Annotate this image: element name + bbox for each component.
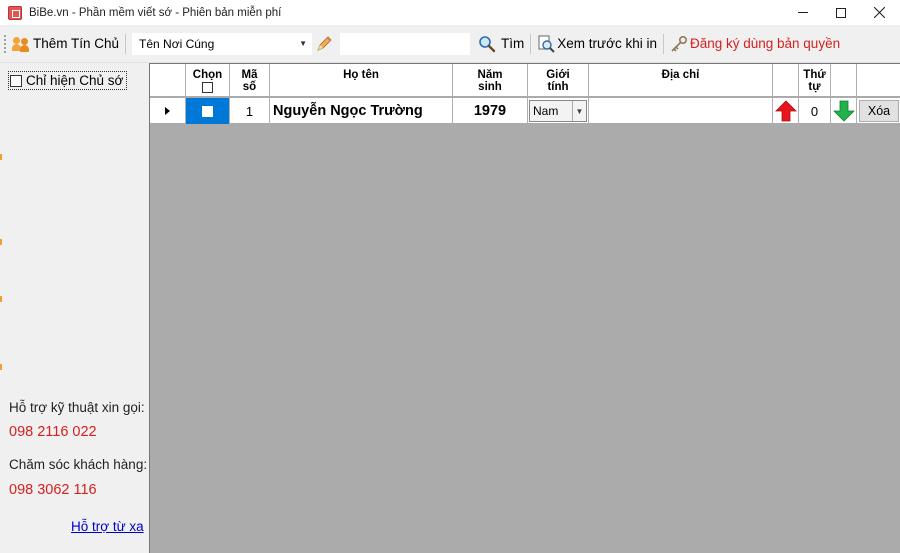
- toolbar-separator: [125, 33, 127, 54]
- column-header-nam-sinh[interactable]: Năm sinh: [453, 64, 528, 97]
- column-header-dia-chi[interactable]: Địa chỉ: [589, 64, 773, 97]
- remote-support-link[interactable]: Hỗ trợ từ xa: [71, 519, 144, 534]
- column-header-xoa[interactable]: [857, 64, 900, 97]
- column-header-thu-tu[interactable]: Thứ tự: [799, 64, 831, 97]
- toolbar: Thêm Tín Chủ Tên Nơi Cúng ▼ Tìm Xem trướ…: [0, 25, 900, 63]
- column-label: Chọn: [192, 69, 223, 81]
- cell-xoa: Xóa: [857, 98, 900, 124]
- add-owner-button[interactable]: Thêm Tín Chủ: [8, 31, 123, 57]
- customer-care-phone: 098 3062 116: [9, 482, 97, 498]
- edge-marker: [0, 154, 2, 160]
- cell-ma-so[interactable]: 1: [230, 98, 270, 124]
- register-button[interactable]: Đăng ký dùng bản quyền: [666, 31, 844, 57]
- preview-button[interactable]: Xem trước khi in: [533, 31, 661, 57]
- cell-gioi-tinh[interactable]: Nam ▼: [528, 98, 589, 124]
- row-selector[interactable]: [150, 98, 186, 124]
- close-icon: [874, 7, 885, 18]
- title-bar: BiBe.vn - Phần mềm viết sớ - Phiên bản m…: [0, 0, 900, 25]
- place-combo[interactable]: Tên Nơi Cúng ▼: [132, 32, 313, 55]
- key-icon: [671, 35, 687, 52]
- select-all-checkbox[interactable]: [202, 82, 213, 93]
- search-label: Tìm: [501, 36, 525, 51]
- cell-nam-sinh-value: 1979: [473, 103, 507, 119]
- column-label: Địa chỉ: [661, 69, 700, 81]
- window-title: BiBe.vn - Phần mềm viết sớ - Phiên bản m…: [29, 6, 282, 19]
- app-icon: [8, 5, 22, 20]
- gender-select[interactable]: Nam ▼: [529, 100, 587, 122]
- only-owner-checkbox[interactable]: Chỉ hiện Chủ sớ: [8, 71, 128, 90]
- edge-marker: [0, 296, 2, 302]
- cell-chon[interactable]: [186, 98, 230, 124]
- checkbox-box[interactable]: [10, 74, 22, 87]
- arrow-down-icon: [832, 100, 855, 122]
- column-label: Giới tính: [546, 69, 570, 93]
- current-row-icon: [165, 107, 170, 115]
- tech-support-phone: 098 2116 022: [9, 424, 97, 440]
- minimize-icon: [797, 12, 808, 13]
- only-owner-label: Chỉ hiện Chủ sớ: [26, 73, 124, 88]
- column-header-gioi-tinh[interactable]: Giới tính: [528, 64, 589, 97]
- close-button[interactable]: [857, 0, 900, 25]
- add-owner-label: Thêm Tín Chủ: [33, 36, 120, 51]
- column-header-ma-so[interactable]: Mã số: [230, 64, 270, 97]
- tech-support-label: Hỗ trợ kỹ thuật xin gọi:: [9, 400, 145, 415]
- column-label: Thứ tự: [803, 69, 826, 93]
- column-label: Họ tên: [343, 69, 379, 81]
- chevron-down-icon: ▼: [299, 39, 308, 48]
- search-button[interactable]: Tìm: [470, 31, 528, 57]
- cell-dia-chi[interactable]: [589, 98, 773, 124]
- edge-marker: [0, 239, 2, 245]
- register-label: Đăng ký dùng bản quyền: [689, 36, 841, 51]
- arrow-up-icon: [774, 100, 797, 122]
- main-window: BiBe.vn - Phần mềm viết sớ - Phiên bản m…: [0, 0, 900, 553]
- cell-ho-ten[interactable]: Nguyễn Ngọc Trường: [270, 98, 453, 124]
- customer-care-label: Chăm sóc khách hàng:: [9, 457, 148, 472]
- pencil-icon: [317, 35, 332, 51]
- toolbar-separator: [530, 33, 532, 54]
- row-checkbox[interactable]: [202, 105, 213, 117]
- move-up-button[interactable]: [773, 98, 799, 124]
- edit-place-button[interactable]: [314, 34, 334, 54]
- cell-thu-tu-value: 0: [810, 103, 819, 119]
- users-icon: [12, 36, 30, 52]
- maximize-icon: [835, 7, 846, 18]
- delete-button[interactable]: Xóa: [859, 100, 899, 122]
- table-row[interactable]: 1 Nguyễn Ngọc Trường 1979 Nam ▼ 0 Xóa: [150, 98, 900, 124]
- search-icon: [479, 35, 496, 52]
- move-down-button[interactable]: [831, 98, 857, 124]
- column-label: Năm sinh: [477, 69, 503, 93]
- gender-select-value: Nam: [533, 104, 559, 118]
- toolbar-separator: [662, 33, 664, 54]
- grid-header: Chọn Mã số Họ tên Năm sinh Giới tính Địa…: [150, 64, 900, 97]
- search-input[interactable]: [340, 32, 471, 55]
- column-label: Mã số: [241, 69, 258, 93]
- cell-ma-so-value: 1: [245, 103, 254, 119]
- cell-thu-tu[interactable]: 0: [799, 98, 831, 124]
- column-header-ho-ten[interactable]: Họ tên: [270, 64, 453, 97]
- data-grid: Chọn Mã số Họ tên Năm sinh Giới tính Địa…: [149, 63, 900, 553]
- chevron-down-icon[interactable]: ▼: [572, 101, 586, 121]
- column-header-up[interactable]: [773, 64, 799, 97]
- print-preview-icon: [538, 35, 556, 53]
- cell-ho-ten-value: Nguyễn Ngọc Trường: [273, 103, 423, 119]
- column-header-chon[interactable]: Chọn: [186, 64, 230, 97]
- preview-label: Xem trước khi in: [557, 36, 657, 51]
- column-header-down[interactable]: [831, 64, 857, 97]
- place-combo-value: Tên Nơi Cúng: [139, 36, 215, 51]
- left-panel: Chỉ hiện Chủ sớ Hỗ trợ kỹ thuật xin gọi:…: [0, 63, 149, 553]
- edge-marker: [0, 364, 2, 370]
- row-header-corner: [150, 64, 186, 97]
- cell-nam-sinh[interactable]: 1979: [453, 98, 528, 124]
